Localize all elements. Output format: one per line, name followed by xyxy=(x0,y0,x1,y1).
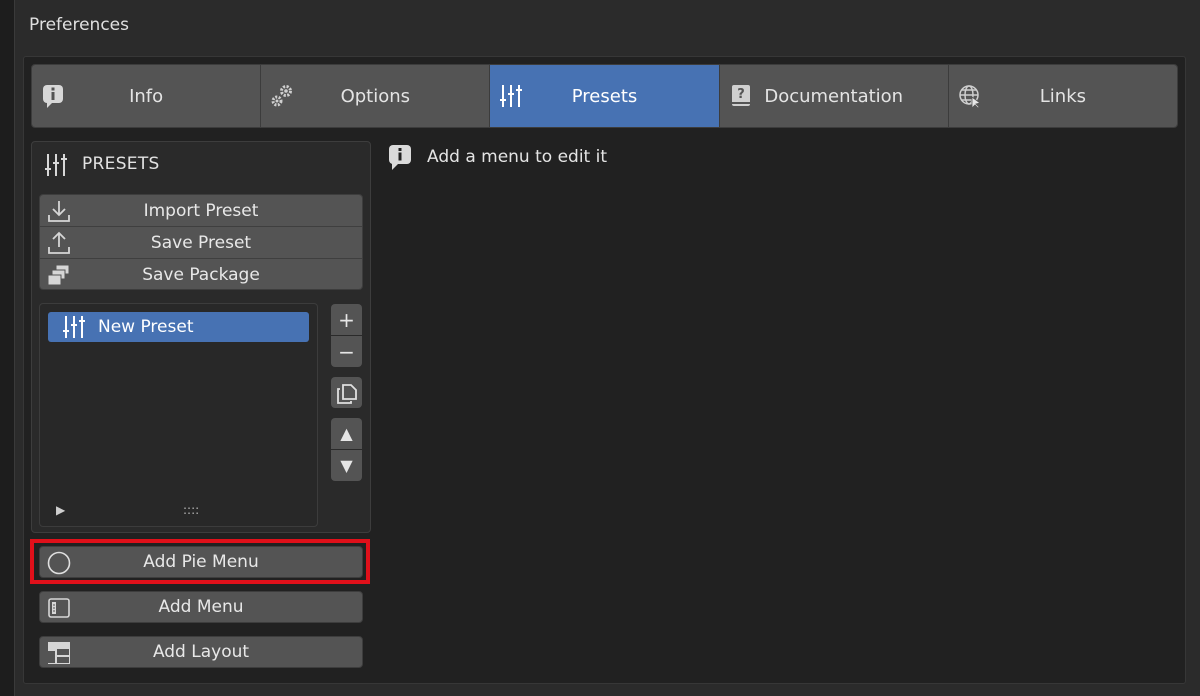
duplicate-item-button[interactable] xyxy=(331,377,362,408)
save-package-label: Save Package xyxy=(142,265,260,285)
list-filter-toggle[interactable]: ▶ xyxy=(56,503,65,517)
export-icon xyxy=(46,230,72,256)
empty-state-message: Add a menu to edit it xyxy=(427,147,608,167)
tab-bar: Info Options Presets ? Documentation Lin… xyxy=(31,64,1178,128)
save-package-button[interactable]: Save Package xyxy=(40,259,362,289)
tab-info-label: Info xyxy=(129,85,164,107)
globe-icon xyxy=(957,83,983,109)
tab-links[interactable]: Links xyxy=(948,65,1177,127)
highlight-frame xyxy=(30,539,370,584)
add-layout-button[interactable]: Add Layout xyxy=(39,636,363,668)
add-menu-label: Add Menu xyxy=(158,597,244,617)
info-icon xyxy=(387,143,413,171)
tab-presets[interactable]: Presets xyxy=(490,65,720,127)
window-title: Preferences xyxy=(29,15,129,35)
add-item-button[interactable]: + xyxy=(331,304,362,335)
duplicate-icon xyxy=(335,381,359,405)
import-preset-button[interactable]: Import Preset xyxy=(40,195,362,227)
tab-documentation[interactable]: ? Documentation xyxy=(719,65,949,127)
save-preset-button[interactable]: Save Preset xyxy=(40,227,362,259)
add-menu-button[interactable]: Add Menu xyxy=(39,591,363,623)
preset-actions: Import Preset Save Preset Save Package xyxy=(39,194,363,290)
list-item[interactable]: New Preset xyxy=(48,312,309,342)
preferences-window: Preferences Info Options Presets ? Docum… xyxy=(0,0,1200,696)
layout-icon xyxy=(46,640,72,666)
remove-item-button[interactable]: − xyxy=(331,336,362,367)
list-resize-grip[interactable]: :::: xyxy=(183,503,199,517)
tab-options[interactable]: Options xyxy=(261,65,491,127)
import-icon xyxy=(46,198,72,224)
presets-icon xyxy=(43,152,69,178)
gear-icon xyxy=(269,83,295,109)
info-icon xyxy=(40,83,66,109)
package-icon xyxy=(46,262,72,288)
presets-header: PRESETS xyxy=(82,154,160,174)
tab-info[interactable]: Info xyxy=(32,65,262,127)
presets-icon xyxy=(61,314,87,340)
tab-options-label: Options xyxy=(340,85,411,107)
add-layout-label: Add Layout xyxy=(152,642,250,662)
move-down-button[interactable]: ▼ xyxy=(331,450,362,481)
svg-text:?: ? xyxy=(737,87,745,102)
tab-presets-label: Presets xyxy=(571,85,638,107)
tab-links-label: Links xyxy=(1039,85,1087,107)
import-preset-label: Import Preset xyxy=(143,200,259,221)
presets-icon xyxy=(498,83,524,109)
move-up-button[interactable]: ▲ xyxy=(331,418,362,449)
tab-documentation-label: Documentation xyxy=(764,85,904,107)
list-item-label: New Preset xyxy=(98,317,194,337)
help-book-icon: ? xyxy=(728,83,754,109)
menu-icon xyxy=(46,595,72,621)
save-preset-label: Save Preset xyxy=(150,232,252,253)
